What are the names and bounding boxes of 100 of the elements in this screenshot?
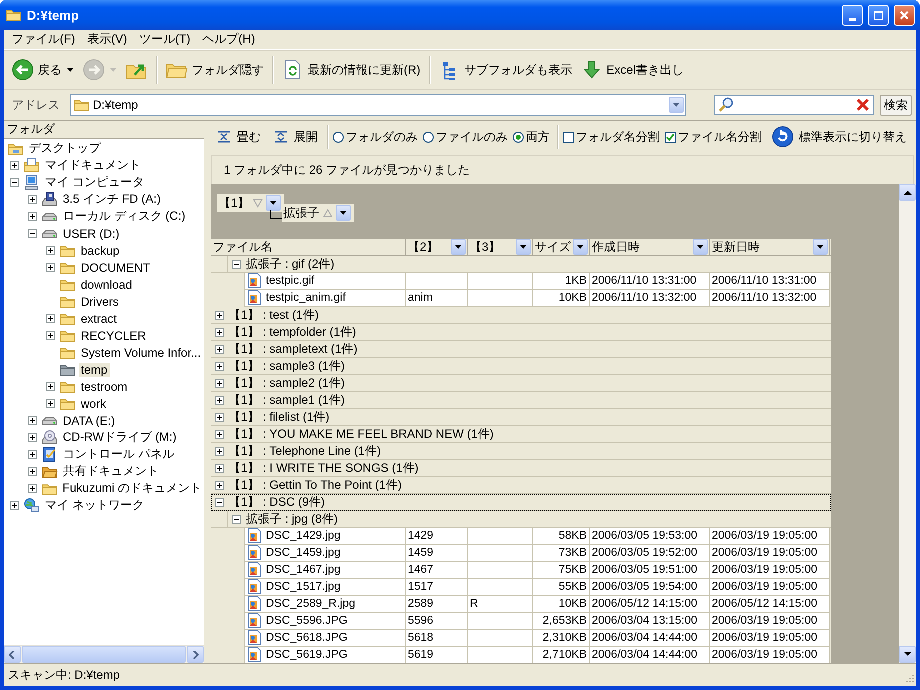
- tree-item[interactable]: System Volume Infor...: [79, 346, 204, 360]
- expand-toggle[interactable]: [28, 467, 37, 476]
- tree-item[interactable]: DATA (E:): [61, 414, 118, 428]
- close-button[interactable]: [894, 4, 915, 26]
- expand-toggle[interactable]: [28, 416, 37, 425]
- expand-toggle[interactable]: [10, 178, 19, 187]
- vertical-scrollbar[interactable]: [899, 184, 916, 663]
- expand-toggle[interactable]: [28, 484, 37, 493]
- tree-item[interactable]: work: [79, 396, 108, 410]
- tree-item[interactable]: マイ ネットワーク: [43, 497, 146, 514]
- expand-toggle[interactable]: [215, 328, 224, 336]
- filter-dropdown-button[interactable]: [693, 239, 708, 255]
- subfolders-button[interactable]: サブフォルダも表示: [434, 57, 577, 83]
- group-row[interactable]: 【1】 : filelist (1件): [211, 409, 831, 426]
- tree-item[interactable]: download: [79, 278, 134, 292]
- address-field[interactable]: D:¥temp: [70, 94, 686, 116]
- expand-toggle[interactable]: [215, 362, 224, 370]
- group-row[interactable]: 拡張子 : gif (2件): [211, 256, 831, 273]
- scroll-left-button[interactable]: [4, 646, 21, 663]
- menu-item[interactable]: ファイル(F): [6, 30, 82, 49]
- tree-item[interactable]: extract: [79, 312, 120, 326]
- radio-button[interactable]: [333, 132, 344, 142]
- expand-toggle[interactable]: [215, 480, 224, 490]
- menu-item[interactable]: ツール(T): [133, 30, 197, 49]
- expand-toggle[interactable]: [215, 396, 224, 404]
- checkbox-label[interactable]: フォルダ名分割: [576, 128, 660, 146]
- expand-toggle[interactable]: [28, 450, 37, 459]
- scroll-thumb[interactable]: [22, 646, 186, 663]
- dropdown-button[interactable]: [266, 195, 281, 211]
- switch-view-button[interactable]: 標準表示に切り替え: [767, 124, 912, 150]
- expand-toggle[interactable]: [46, 314, 55, 323]
- tree-item[interactable]: 共有ドキュメント: [61, 463, 161, 480]
- expand-toggle[interactable]: [28, 229, 37, 238]
- dropdown-button[interactable]: [336, 205, 351, 221]
- checkbox-label[interactable]: ファイル名分割: [678, 128, 762, 146]
- group-row[interactable]: 【1】 : sample2 (1件): [211, 375, 831, 392]
- expand-toggle[interactable]: [46, 246, 55, 255]
- column-header[interactable]: 更新日時: [710, 239, 830, 255]
- filter-dropdown-button[interactable]: [813, 239, 828, 255]
- expand-toggle[interactable]: [215, 430, 224, 438]
- expand-toggle[interactable]: [28, 195, 37, 204]
- expand-toggle[interactable]: [215, 310, 224, 320]
- group-row[interactable]: 【1】 : sampletext (1件): [211, 341, 831, 358]
- group-row[interactable]: 【1】 : sample1 (1件): [211, 392, 831, 409]
- tree-item[interactable]: ローカル ディスク (C:): [61, 208, 188, 225]
- group-chip[interactable]: 【1】: [217, 194, 284, 212]
- expand-toggle[interactable]: [46, 382, 55, 391]
- expand-toggle[interactable]: [215, 412, 224, 422]
- group-row[interactable]: 【1】 : DSC (9件): [211, 494, 831, 511]
- group-row[interactable]: 【1】 : Telephone Line (1件): [211, 443, 831, 460]
- radio-button[interactable]: [513, 132, 524, 142]
- tree-item[interactable]: マイドキュメント: [43, 157, 143, 174]
- scroll-up-button[interactable]: [899, 184, 916, 201]
- expand-toggle[interactable]: [28, 212, 37, 221]
- tree-item[interactable]: Fukuzumi のドキュメント: [60, 480, 204, 497]
- checkbox[interactable]: [563, 132, 574, 142]
- scroll-down-button[interactable]: [899, 646, 916, 663]
- tree-item[interactable]: temp: [79, 362, 110, 376]
- scroll-right-button[interactable]: [187, 646, 204, 663]
- radio-label[interactable]: 両方: [526, 128, 550, 146]
- radio-label[interactable]: フォルダのみ: [346, 128, 418, 146]
- menu-item[interactable]: ヘルプ(H): [196, 30, 262, 49]
- expand-toggle[interactable]: [46, 399, 55, 408]
- search-button[interactable]: 検索: [880, 94, 912, 116]
- tree-item[interactable]: 3.5 インチ FD (A:): [61, 191, 164, 208]
- tree-item[interactable]: testroom: [79, 380, 130, 394]
- tree-item[interactable]: DOCUMENT: [79, 260, 152, 274]
- expand-toggle[interactable]: [215, 498, 224, 506]
- tree-item[interactable]: USER (D:): [61, 226, 122, 240]
- expand-toggle[interactable]: [10, 161, 19, 170]
- search-field[interactable]: [714, 95, 874, 115]
- expand-toggle[interactable]: [215, 446, 224, 456]
- expand-toggle[interactable]: [215, 344, 224, 354]
- collapse-button[interactable]: 畳む: [211, 126, 266, 148]
- radio-label[interactable]: ファイルのみ: [436, 128, 508, 146]
- expand-toggle[interactable]: [28, 433, 37, 442]
- expand-toggle[interactable]: [232, 260, 241, 268]
- expand-toggle[interactable]: [46, 331, 55, 340]
- expand-button[interactable]: 展開: [268, 126, 323, 148]
- refresh-button[interactable]: 最新の情報に更新(R): [278, 57, 425, 83]
- group-row[interactable]: 【1】 : Gettin To The Point (1件): [211, 477, 831, 494]
- checkbox[interactable]: [665, 132, 676, 142]
- expand-toggle[interactable]: [215, 378, 224, 388]
- export-button[interactable]: Excel書き出し: [576, 57, 688, 83]
- maximize-button[interactable]: [868, 4, 889, 26]
- column-header[interactable]: 作成日時: [590, 239, 710, 255]
- tree-item[interactable]: RECYCLER: [79, 328, 148, 342]
- filter-dropdown-button[interactable]: [451, 239, 466, 255]
- group-row[interactable]: 【1】 : sample3 (1件): [211, 358, 831, 375]
- tree-item[interactable]: CD-RWドライブ (M:): [61, 429, 179, 446]
- back-button[interactable]: 戻る: [8, 57, 79, 83]
- expand-toggle[interactable]: [46, 263, 55, 272]
- group-row[interactable]: 【1】 : tempfolder (1件): [211, 324, 831, 341]
- tree-item[interactable]: コントロール パネル: [61, 446, 176, 463]
- minimize-button[interactable]: [842, 4, 863, 26]
- column-header[interactable]: サイズ: [533, 239, 590, 255]
- tree-item[interactable]: Drivers: [79, 294, 121, 308]
- expand-toggle[interactable]: [10, 501, 19, 510]
- group-chip[interactable]: 拡張子: [282, 204, 354, 222]
- expand-toggle[interactable]: [232, 514, 241, 524]
